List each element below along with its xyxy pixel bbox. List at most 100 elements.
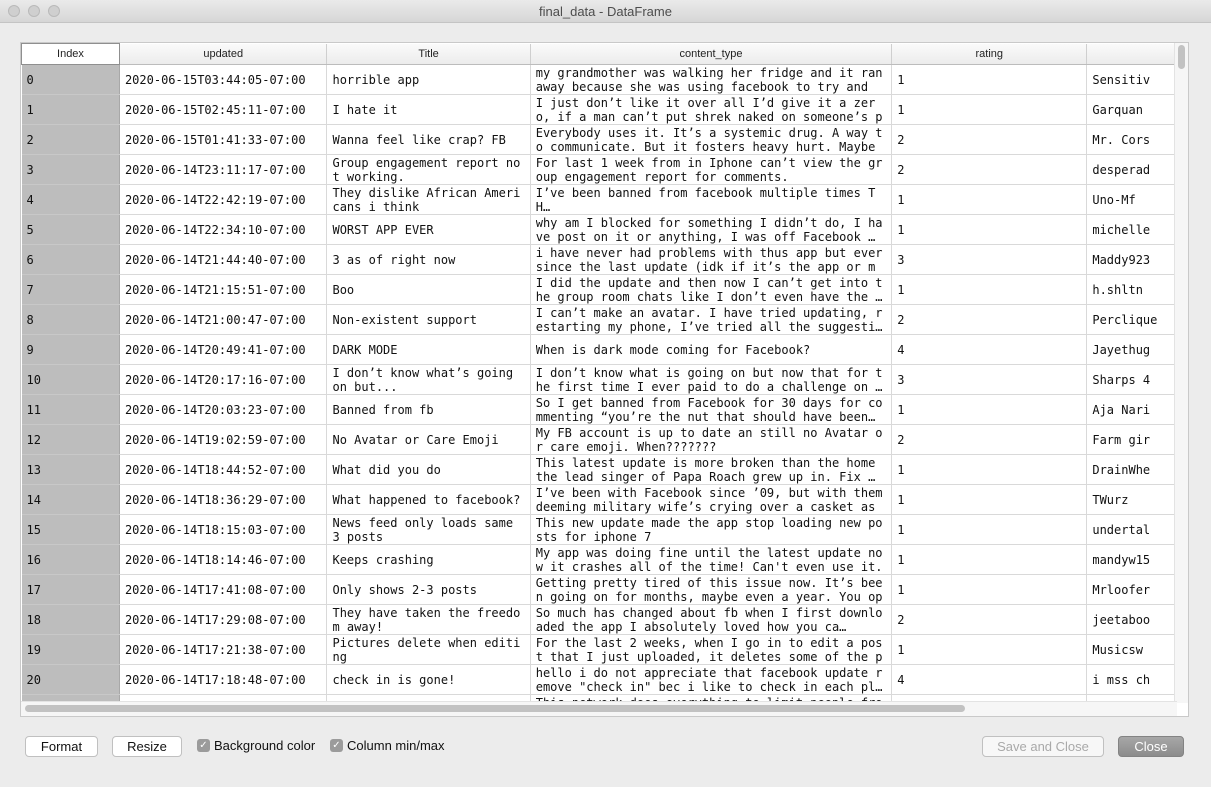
index-cell[interactable]: 2 (21, 124, 120, 155)
column-header-author[interactable] (1086, 43, 1177, 65)
vertical-scrollbar[interactable] (1174, 43, 1188, 703)
author-cell[interactable]: undertal (1086, 514, 1177, 545)
updated-cell[interactable]: 2020-06-14T19:02:59-07:00 (119, 424, 328, 455)
title-cell[interactable]: Group engagement report not working. (326, 154, 531, 185)
author-cell[interactable]: Garquan (1086, 94, 1177, 125)
updated-cell[interactable]: 2020-06-14T18:44:52-07:00 (119, 454, 328, 485)
index-cell[interactable]: 0 (21, 64, 120, 95)
content-type-cell[interactable]: Everybody uses it. It’s a systemic drug.… (530, 124, 893, 155)
index-cell[interactable]: 8 (21, 304, 120, 335)
rating-cell[interactable]: 1 (891, 214, 1088, 245)
index-cell[interactable]: 4 (21, 184, 120, 215)
title-cell[interactable]: News feed only loads same 3 posts (326, 514, 531, 545)
content-type-cell[interactable]: This latest update is more broken than t… (530, 454, 893, 485)
content-type-cell[interactable]: why am I blocked for something I didn’t … (530, 214, 893, 245)
updated-cell[interactable]: 2020-06-14T18:36:29-07:00 (119, 484, 328, 515)
content-type-cell[interactable]: i have never had problems with thus app … (530, 244, 893, 275)
rating-cell[interactable]: 1 (891, 94, 1088, 125)
horizontal-scrollbar[interactable] (21, 701, 1177, 716)
updated-cell[interactable]: 2020-06-14T22:34:10-07:00 (119, 214, 328, 245)
updated-cell[interactable]: 2020-06-14T17:29:08-07:00 (119, 604, 328, 635)
content-type-cell[interactable]: For the last 2 weeks, when I go in to ed… (530, 634, 893, 665)
rating-cell[interactable]: 1 (891, 484, 1088, 515)
content-type-cell[interactable]: So I get banned from Facebook for 30 day… (530, 394, 893, 425)
updated-cell[interactable]: 2020-06-14T18:14:46-07:00 (119, 544, 328, 575)
updated-cell[interactable]: 2020-06-14T17:41:08-07:00 (119, 574, 328, 605)
table-row[interactable]: 3 2020-06-14T23:11:17-07:00 Group engageme… (21, 154, 1177, 185)
rating-cell[interactable]: 2 (891, 604, 1088, 635)
author-cell[interactable]: TWurz (1086, 484, 1177, 515)
format-button[interactable]: Format (25, 736, 98, 757)
index-cell[interactable]: 6 (21, 244, 120, 275)
table-row[interactable]: 11 2020-06-14T20:03:23-07:00 Banned from f… (21, 394, 1177, 425)
title-cell[interactable]: What happened to facebook? (326, 484, 531, 515)
index-cell[interactable]: 10 (21, 364, 120, 395)
title-cell[interactable]: Wanna feel like crap? FB (326, 124, 531, 155)
author-cell[interactable]: Musicsw (1086, 634, 1177, 665)
rating-cell[interactable]: 1 (891, 514, 1088, 545)
table-row[interactable]: 8 2020-06-14T21:00:47-07:00 Non-existent s… (21, 304, 1177, 335)
content-type-cell[interactable]: I can’t make an avatar. I have tried upd… (530, 304, 893, 335)
index-cell[interactable]: 18 (21, 604, 120, 635)
title-cell[interactable]: Only shows 2-3 posts (326, 574, 531, 605)
index-cell[interactable]: 13 (21, 454, 120, 485)
rating-cell[interactable]: 2 (891, 304, 1088, 335)
index-cell[interactable]: 17 (21, 574, 120, 605)
table-row[interactable]: 6 2020-06-14T21:44:40-07:00 3 as of right … (21, 244, 1177, 275)
index-cell[interactable]: 12 (21, 424, 120, 455)
rating-cell[interactable]: 2 (891, 154, 1088, 185)
table-row[interactable]: 12 2020-06-14T19:02:59-07:00 No Avatar or … (21, 424, 1177, 455)
title-cell[interactable]: WORST APP EVER (326, 214, 531, 245)
background-color-checkbox[interactable]: ✓ (197, 739, 210, 752)
rating-cell[interactable]: 3 (891, 244, 1088, 275)
updated-cell[interactable]: 2020-06-14T18:15:03-07:00 (119, 514, 328, 545)
index-cell[interactable]: 20 (21, 664, 120, 695)
content-type-cell[interactable]: Getting pretty tired of this issue now. … (530, 574, 893, 605)
table-row[interactable]: 17 2020-06-14T17:41:08-07:00 Only shows 2-… (21, 574, 1177, 605)
index-cell[interactable]: 3 (21, 154, 120, 185)
title-cell[interactable]: 3 as of right now (326, 244, 531, 275)
index-cell[interactable]: 9 (21, 334, 120, 365)
author-cell[interactable]: i mss ch (1086, 664, 1177, 695)
rating-cell[interactable]: 2 (891, 124, 1088, 155)
updated-cell[interactable]: 2020-06-14T21:44:40-07:00 (119, 244, 328, 275)
title-cell[interactable]: check in is gone! (326, 664, 531, 695)
rating-cell[interactable]: 3 (891, 364, 1088, 395)
column-header-content-type[interactable]: content_type (530, 43, 893, 65)
updated-cell[interactable]: 2020-06-14T22:42:19-07:00 (119, 184, 328, 215)
updated-cell[interactable]: 2020-06-14T23:11:17-07:00 (119, 154, 328, 185)
rating-cell[interactable]: 1 (891, 454, 1088, 485)
author-cell[interactable]: desperad (1086, 154, 1177, 185)
rating-cell[interactable]: 1 (891, 574, 1088, 605)
title-cell[interactable]: Keeps crashing (326, 544, 531, 575)
updated-cell[interactable]: 2020-06-14T17:18:48-07:00 (119, 664, 328, 695)
rating-cell[interactable]: 1 (891, 394, 1088, 425)
updated-cell[interactable]: 2020-06-15T02:45:11-07:00 (119, 94, 328, 125)
rating-cell[interactable]: 2 (891, 424, 1088, 455)
title-cell[interactable]: horrible app (326, 64, 531, 95)
table-row[interactable]: 1 2020-06-15T02:45:11-07:00 I hate it I jus… (21, 94, 1177, 125)
updated-cell[interactable]: 2020-06-15T03:44:05-07:00 (119, 64, 328, 95)
author-cell[interactable]: Sensitiv (1086, 64, 1177, 95)
title-cell[interactable]: DARK MODE (326, 334, 531, 365)
table-row[interactable]: 0 2020-06-15T03:44:05-07:00 horrible app my… (21, 64, 1177, 95)
column-header-rating[interactable]: rating (891, 43, 1088, 65)
table-row[interactable]: 20 2020-06-14T17:18:48-07:00 check in is g… (21, 664, 1177, 695)
title-cell[interactable]: Pictures delete when editing (326, 634, 531, 665)
updated-cell[interactable]: 2020-06-14T20:49:41-07:00 (119, 334, 328, 365)
table-row[interactable]: 15 2020-06-14T18:15:03-07:00 News feed onl… (21, 514, 1177, 545)
content-type-cell[interactable]: hello i do not appreciate that facebook … (530, 664, 893, 695)
table-row[interactable]: 2 2020-06-15T01:41:33-07:00 Wanna feel lik… (21, 124, 1177, 155)
author-cell[interactable]: h.shltn (1086, 274, 1177, 305)
updated-cell[interactable]: 2020-06-14T20:17:16-07:00 (119, 364, 328, 395)
close-button[interactable]: Close (1118, 736, 1184, 757)
author-cell[interactable]: Jayethug (1086, 334, 1177, 365)
updated-cell[interactable]: 2020-06-14T17:21:38-07:00 (119, 634, 328, 665)
content-type-cell[interactable]: My app was doing fine until the latest u… (530, 544, 893, 575)
content-type-cell[interactable]: I’ve been banned from facebook multiple … (530, 184, 893, 215)
title-cell[interactable]: They dislike African Americans i think (326, 184, 531, 215)
author-cell[interactable]: Perclique (1086, 304, 1177, 335)
index-cell[interactable]: 7 (21, 274, 120, 305)
author-cell[interactable]: jeetaboo (1086, 604, 1177, 635)
author-cell[interactable]: mandyw15 (1086, 544, 1177, 575)
